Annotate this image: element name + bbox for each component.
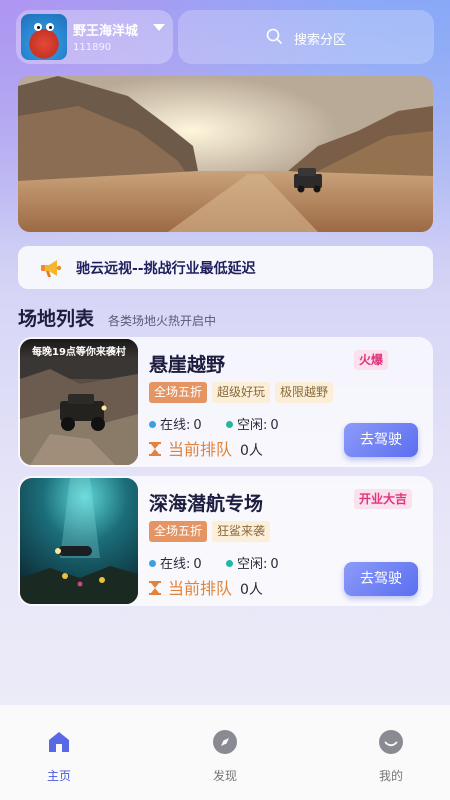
queue-info: 当前排队 0人 <box>149 436 263 460</box>
venue-tags: 全场五折 超级好玩 极限越野 <box>149 382 334 403</box>
banner-image[interactable] <box>18 76 433 232</box>
drive-button[interactable]: 去驾驶 <box>344 562 418 596</box>
section-title: 场地列表 <box>18 308 95 330</box>
status-badge: 火爆 <box>354 350 389 370</box>
nav-item-me[interactable]: 我的 <box>361 729 421 785</box>
idle-count: 0 <box>270 418 279 433</box>
venue-thumbnail <box>20 478 138 604</box>
compass-icon <box>213 730 237 754</box>
idle-dot-icon <box>225 560 233 567</box>
nav-label-home: 主页 <box>46 769 71 783</box>
online-dot-icon <box>149 560 156 567</box>
queue-count: 0人 <box>240 443 263 459</box>
announcement-bar[interactable]: 驰云远视--挑战行业最低延迟 <box>18 246 433 289</box>
nav-label-me: 我的 <box>378 769 403 783</box>
queue-count: 0人 <box>240 582 263 598</box>
discount-tag: 全场五折 <box>149 521 208 542</box>
venue-card[interactable]: 深海潜航专场 开业大吉 全场五折 狂鲨来袭 在线: 0 空闲: 0 当前排队 0人 去… <box>18 476 433 606</box>
status-badge: 开业大吉 <box>354 489 413 509</box>
smile-icon <box>379 730 403 754</box>
nav-item-discover[interactable]: 发现 <box>195 729 255 785</box>
feature-tag: 极限越野 <box>275 382 334 403</box>
search-placeholder: 搜索分区 <box>294 33 347 48</box>
queue-label: 当前排队 <box>168 440 233 459</box>
top-header: 野王海洋城 111890 搜索分区 <box>16 10 434 66</box>
online-count: 0 <box>193 418 202 433</box>
search-input[interactable]: 搜索分区 <box>178 10 434 64</box>
hourglass-icon <box>149 442 161 456</box>
online-label: 在线: <box>160 418 191 433</box>
user-switcher[interactable]: 野王海洋城 111890 <box>16 10 173 64</box>
feature-tag: 超级好玩 <box>212 382 271 403</box>
venue-name: 深海潜航专场 <box>149 493 264 515</box>
queue-info: 当前排队 0人 <box>149 575 263 599</box>
hourglass-icon <box>149 581 161 595</box>
venue-thumbnail: 每晚19点等你来袭村 <box>20 339 138 465</box>
idle-count: 0 <box>270 557 279 572</box>
nav-label-discover: 发现 <box>212 769 237 783</box>
idle-dot-icon <box>225 421 233 428</box>
section-subtitle: 各类场地火热开启中 <box>108 314 217 328</box>
bottom-nav: 主页 发现 我的 <box>0 705 450 800</box>
announcement-text: 驰云远视--挑战行业最低延迟 <box>76 261 256 277</box>
chevron-down-icon[interactable] <box>153 24 165 31</box>
idle-label: 空闲: <box>236 418 268 433</box>
home-icon <box>49 732 69 752</box>
online-label: 在线: <box>160 557 191 572</box>
discount-tag: 全场五折 <box>149 382 208 403</box>
online-dot-icon <box>149 421 156 428</box>
venue-stats: 在线: 0 空闲: 0 <box>149 553 279 572</box>
idle-label: 空闲: <box>236 557 268 572</box>
venue-tags: 全场五折 狂鲨来袭 <box>149 521 271 542</box>
drive-button[interactable]: 去驾驶 <box>344 423 418 457</box>
user-name: 野王海洋城 <box>73 24 139 39</box>
venue-stats: 在线: 0 空闲: 0 <box>149 414 279 433</box>
desert-scene <box>18 76 433 232</box>
megaphone-icon <box>41 260 62 277</box>
avatar <box>21 14 67 60</box>
feature-tag: 狂鲨来袭 <box>212 521 271 542</box>
venue-name: 悬崖越野 <box>149 354 226 376</box>
venue-card[interactable]: 每晚19点等你来袭村 悬崖越野 火爆 全场五折 超级好玩 极限越野 在线: 0 空… <box>18 337 433 467</box>
queue-label: 当前排队 <box>168 579 233 598</box>
online-count: 0 <box>193 557 202 572</box>
thumbnail-caption: 每晚19点等你来袭村 <box>20 339 138 359</box>
nav-item-home[interactable]: 主页 <box>29 729 89 785</box>
user-id: 111890 <box>73 42 112 53</box>
search-icon <box>266 28 282 44</box>
